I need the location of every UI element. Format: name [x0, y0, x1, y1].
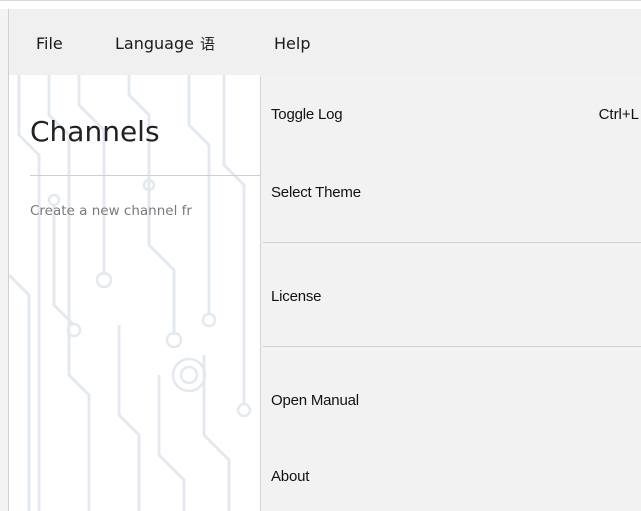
help-menu[interactable]: Help	[274, 34, 310, 54]
menu-bar: File Language 语 Help	[8, 9, 641, 75]
language-icon: 语	[199, 35, 215, 53]
menu-separator	[263, 242, 641, 243]
menu-item-select-theme[interactable]: Select Theme	[271, 184, 361, 201]
language-menu-label: Language	[115, 34, 194, 53]
language-menu[interactable]: Language 语	[115, 34, 215, 54]
title-divider	[30, 175, 260, 176]
window-frame-top	[0, 0, 641, 9]
channels-hint-text: Create a new channel fr	[30, 203, 192, 219]
menu-separator	[263, 346, 641, 347]
menu-item-open-manual[interactable]: Open Manual	[271, 392, 359, 409]
channels-panel: Channels Create a new channel fr	[8, 75, 260, 511]
file-menu[interactable]: File	[36, 34, 63, 54]
help-dropdown-menu: Toggle Log Ctrl+L Select Theme License O…	[260, 76, 641, 511]
page-title: Channels	[30, 115, 160, 148]
toggle-log-shortcut: Ctrl+L	[598, 106, 639, 123]
menu-item-about[interactable]: About	[271, 468, 309, 485]
menu-item-toggle-log[interactable]: Toggle Log	[271, 106, 343, 123]
menu-item-license[interactable]: License	[271, 288, 322, 305]
